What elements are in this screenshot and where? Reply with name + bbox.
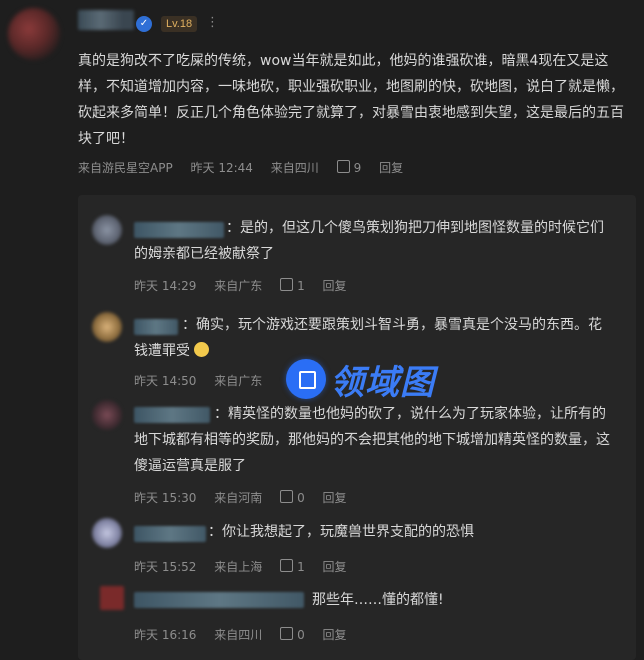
timestamp: 昨天 16:16 <box>134 628 197 642</box>
like-button[interactable]: 9 <box>336 160 362 175</box>
like-button[interactable]: 0 <box>280 627 305 642</box>
like-count: 1 <box>297 279 305 293</box>
username[interactable] <box>78 10 134 30</box>
username[interactable] <box>134 526 206 542</box>
watermark-logo-icon <box>286 359 326 399</box>
like-count: 9 <box>353 161 362 175</box>
reply-line: 傻逼运营真是服了 <box>134 458 246 474</box>
watermark-text: 领域图 <box>330 362 435 403</box>
like-count: 1 <box>297 560 305 574</box>
like-count: 0 <box>297 491 305 505</box>
username[interactable] <box>134 222 224 238</box>
thumbs-up-icon <box>336 160 350 173</box>
reply-meta: 昨天 15:52 来自上海 1 回复 <box>134 558 361 575</box>
like-count: 0 <box>297 628 305 642</box>
reply-line: 地下城都有相等的奖励，那他妈的不会把其他的地下城增加精英怪的数量，这 <box>134 432 610 448</box>
reply-button[interactable]: 回复 <box>323 560 347 574</box>
reply-line: 那些年……懂的都懂! <box>312 592 444 608</box>
reply-text: ：你让我想起了，玩魔兽世界支配的的恐惧 <box>208 519 628 545</box>
reply-button[interactable]: 回复 <box>323 279 347 293</box>
avatar[interactable] <box>92 215 122 245</box>
like-button[interactable]: 1 <box>280 559 305 574</box>
username[interactable] <box>134 319 178 335</box>
comment-line: 样，不知道增加内容，一味地砍，职业强砍职业，地图刷的快，砍地图，说白了就是懒， <box>78 79 624 95</box>
reply-button[interactable]: 回复 <box>323 491 347 505</box>
username[interactable] <box>134 407 210 423</box>
emoji-icon <box>194 342 210 357</box>
more-icon[interactable]: ⋮ <box>206 15 219 30</box>
avatar[interactable] <box>92 312 122 342</box>
timestamp: 昨天 14:50 <box>134 374 197 388</box>
comment-line: 块了吧！ <box>78 131 134 147</box>
location: 来自广东 <box>214 279 263 293</box>
comment-text: 真的是狗改不了吃屎的传统，wow当年就是如此，他妈的谁强砍谁，暗黑4现在又是这 … <box>78 48 638 152</box>
reply-meta: 昨天 14:50 来自广东 <box>134 372 276 389</box>
timestamp: 昨天 15:30 <box>134 491 197 505</box>
reply-line: 的姆亲都已经被献祭了 <box>134 246 274 262</box>
reply-text: ：确实，玩个游戏还要跟策划斗智斗勇，暴雪真是个没马的东西。花 <box>182 312 632 338</box>
source-label: 来自游民星空APP <box>78 161 173 175</box>
verified-icon: ✓ <box>136 16 152 32</box>
thumbs-up-icon <box>280 627 294 640</box>
avatar[interactable] <box>92 518 122 548</box>
timestamp: 昨天 12:44 <box>190 161 253 175</box>
comment-meta: 来自游民星空APP 昨天 12:44 来自四川 9 回复 <box>78 159 417 176</box>
location: 来自广东 <box>214 374 263 388</box>
reply-text: ：精英怪的数量也他妈的砍了，说什么为了玩家体验，让所有的 <box>214 401 634 427</box>
replies-panel: ：是的，但这几个傻鸟策划狗把刀伸到地图怪数量的时候它们 的姆亲都已经被献祭了 昨… <box>78 195 636 660</box>
reply-line: 钱遭罪受 <box>134 343 190 359</box>
reply-text: ：是的，但这几个傻鸟策划狗把刀伸到地图怪数量的时候它们 <box>226 215 626 241</box>
timestamp: 昨天 14:29 <box>134 279 197 293</box>
location: 来自河南 <box>214 491 263 505</box>
comment-line: 砍起来多简单！反正几个角色体验完了就算了，对暴雪由衷地感到失望，这是最后的五百 <box>78 105 624 121</box>
reply-meta: 昨天 16:16 来自四川 0 回复 <box>134 626 361 643</box>
timestamp: 昨天 15:52 <box>134 560 197 574</box>
reply-line: ：精英怪的数量也他妈的砍了，说什么为了玩家体验，让所有的 <box>214 406 606 422</box>
reply-meta: 昨天 15:30 来自河南 0 回复 <box>134 489 361 506</box>
reply-meta: 昨天 14:29 来自广东 1 回复 <box>134 277 361 294</box>
reply-button[interactable]: 回复 <box>323 628 347 642</box>
thumbs-up-icon <box>280 278 294 291</box>
reply-line: ：确实，玩个游戏还要跟策划斗智斗勇，暴雪真是个没马的东西。花 <box>182 317 602 333</box>
reply-line: ：是的，但这几个傻鸟策划狗把刀伸到地图怪数量的时候它们 <box>226 220 604 236</box>
comment-line: 真的是狗改不了吃屎的传统，wow当年就是如此，他妈的谁强砍谁，暗黑4现在又是这 <box>78 53 609 69</box>
avatar[interactable] <box>100 586 124 610</box>
thumbs-up-icon <box>280 559 294 572</box>
level-badge: Lv.18 <box>161 16 198 32</box>
reply-line: ：你让我想起了，玩魔兽世界支配的的恐惧 <box>208 524 474 540</box>
location: 来自四川 <box>270 161 319 175</box>
avatar[interactable] <box>92 400 122 430</box>
reply-text: 地下城都有相等的奖励，那他妈的不会把其他的地下城增加精英怪的数量，这 傻逼运营真… <box>134 427 634 479</box>
reply-text: 那些年……懂的都懂! <box>312 587 612 613</box>
username[interactable] <box>134 592 304 608</box>
location: 来自四川 <box>214 628 263 642</box>
watermark: 领域图 <box>286 356 435 403</box>
thumbs-up-icon <box>280 490 294 503</box>
avatar[interactable] <box>8 8 60 60</box>
like-button[interactable]: 0 <box>280 490 305 505</box>
reply-text: 的姆亲都已经被献祭了 <box>134 241 624 267</box>
location: 来自上海 <box>214 560 263 574</box>
like-button[interactable]: 1 <box>280 278 305 293</box>
reply-button[interactable]: 回复 <box>379 161 403 175</box>
